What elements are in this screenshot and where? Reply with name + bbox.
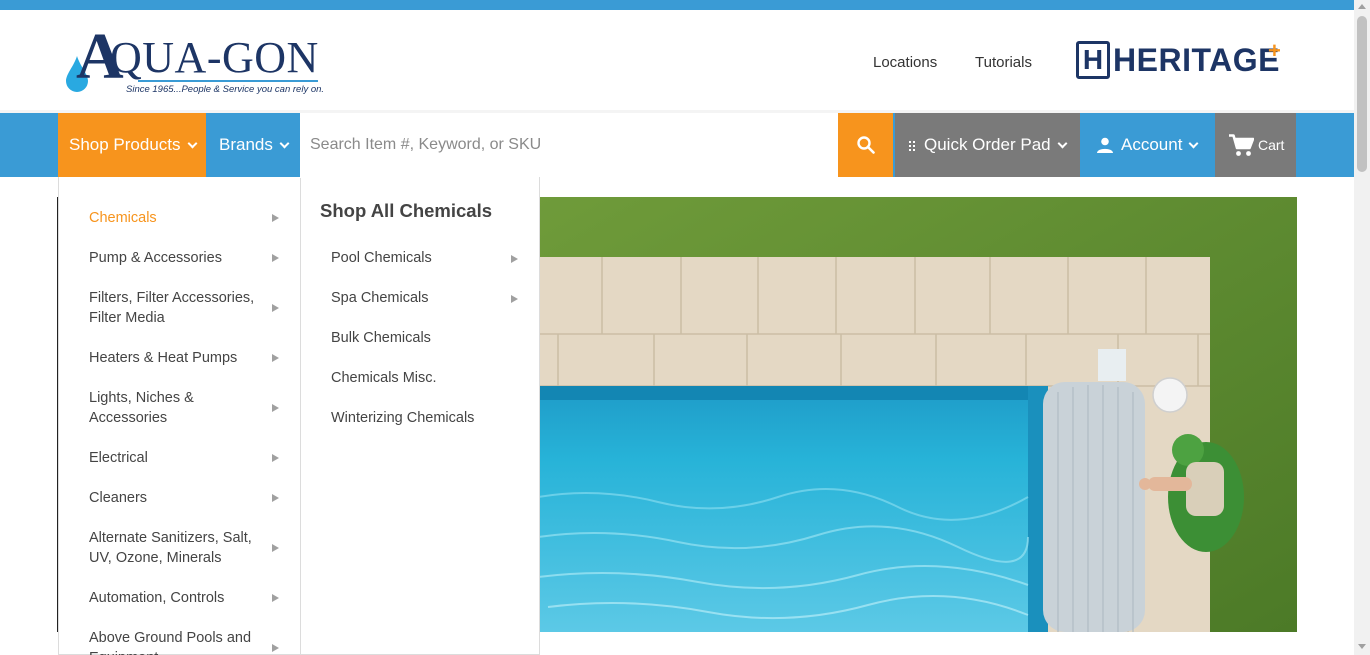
quick-order-pad-label: Quick Order Pad: [924, 135, 1051, 154]
caret-right-icon: [272, 454, 279, 462]
shop-all-chemicals-link[interactable]: Shop All Chemicals: [320, 200, 492, 222]
logo-underline: [138, 80, 318, 82]
main-navbar: Shop Products Brands Quick Order Pad Acc…: [0, 113, 1354, 177]
account-button[interactable]: Account: [1081, 113, 1214, 177]
subcategory-chemicals-misc[interactable]: Chemicals Misc.: [331, 370, 437, 386]
scrollbar-thumb[interactable]: [1357, 16, 1367, 172]
category-heaters[interactable]: Heaters & Heat Pumps: [89, 348, 259, 368]
hero-pool-image: [538, 197, 1297, 632]
caret-right-icon: [511, 295, 518, 303]
aquagon-logo[interactable]: A QUA-GON Since 1965...People & Service …: [66, 24, 325, 100]
page-scrollbar[interactable]: [1354, 0, 1370, 655]
tutorials-link[interactable]: Tutorials: [975, 54, 1032, 71]
chevron-down-icon: [1057, 138, 1068, 148]
scroll-down-icon[interactable]: [1358, 644, 1366, 649]
subcategory-pool-chemicals[interactable]: Pool Chemicals: [331, 250, 432, 266]
quick-order-pad-button[interactable]: Quick Order Pad: [895, 113, 1080, 177]
cart-label: Cart: [1258, 137, 1285, 153]
caret-right-icon: [272, 544, 279, 552]
caret-right-icon: [272, 404, 279, 412]
category-alternate-sanitizers[interactable]: Alternate Sanitizers, Salt, UV, Ozone, M…: [89, 528, 259, 568]
search-field[interactable]: [300, 113, 838, 177]
chevron-down-icon: [279, 138, 290, 148]
category-filters[interactable]: Filters, Filter Accessories, Filter Medi…: [89, 288, 259, 328]
category-lights[interactable]: Lights, Niches & Accessories: [89, 388, 259, 428]
account-label: Account: [1121, 135, 1183, 154]
caret-right-icon: [272, 304, 279, 312]
category-cleaners[interactable]: Cleaners: [89, 488, 259, 508]
category-electrical[interactable]: Electrical: [89, 448, 259, 468]
subcategory-winterizing-chemicals[interactable]: Winterizing Chemicals: [331, 410, 474, 426]
megamenu-column-divider: [300, 178, 301, 655]
caret-right-icon: [272, 254, 279, 262]
caret-right-icon: [511, 255, 518, 263]
logo-name: QUA-GON: [110, 33, 319, 82]
search-icon: [856, 136, 875, 154]
scroll-up-icon[interactable]: [1358, 4, 1366, 9]
caret-right-icon: [272, 214, 279, 222]
subcategory-bulk-chemicals[interactable]: Bulk Chemicals: [331, 330, 431, 346]
caret-right-icon: [272, 644, 279, 652]
subcategory-spa-chemicals[interactable]: Spa Chemicals: [331, 290, 429, 306]
heritage-h-icon: H: [1076, 41, 1110, 79]
site-header: A QUA-GON Since 1965...People & Service …: [0, 10, 1354, 110]
caret-right-icon: [272, 354, 279, 362]
grid-icon: [909, 140, 915, 151]
cart-icon: [1229, 133, 1254, 156]
megamenu-edge-line: [57, 197, 58, 632]
caret-right-icon: [272, 494, 279, 502]
category-chemicals[interactable]: Chemicals: [89, 208, 259, 228]
category-automation[interactable]: Automation, Controls: [89, 588, 259, 608]
caret-right-icon: [272, 594, 279, 602]
search-input[interactable]: [310, 136, 838, 154]
search-button[interactable]: [838, 113, 893, 177]
shop-products-label: Shop Products: [69, 135, 181, 154]
cart-button[interactable]: Cart: [1215, 113, 1296, 177]
locations-link[interactable]: Locations: [873, 54, 937, 71]
category-pump-accessories[interactable]: Pump & Accessories: [89, 248, 259, 268]
heritage-plus-icon: +: [1268, 38, 1281, 63]
brands-label: Brands: [219, 135, 273, 154]
chevron-down-icon: [1188, 138, 1199, 148]
logo-tagline: Since 1965...People & Service you can re…: [126, 84, 325, 95]
shop-products-button[interactable]: Shop Products: [58, 113, 206, 177]
brands-button[interactable]: Brands: [207, 113, 300, 177]
category-above-ground[interactable]: Above Ground Pools and Equipment: [89, 628, 259, 655]
heritage-text: HERITAGE: [1113, 41, 1280, 78]
user-icon: [1097, 137, 1113, 153]
heritage-logo[interactable]: H HERITAGE +: [1076, 38, 1281, 80]
chevron-down-icon: [187, 138, 197, 148]
top-accent-bar: [0, 0, 1354, 10]
